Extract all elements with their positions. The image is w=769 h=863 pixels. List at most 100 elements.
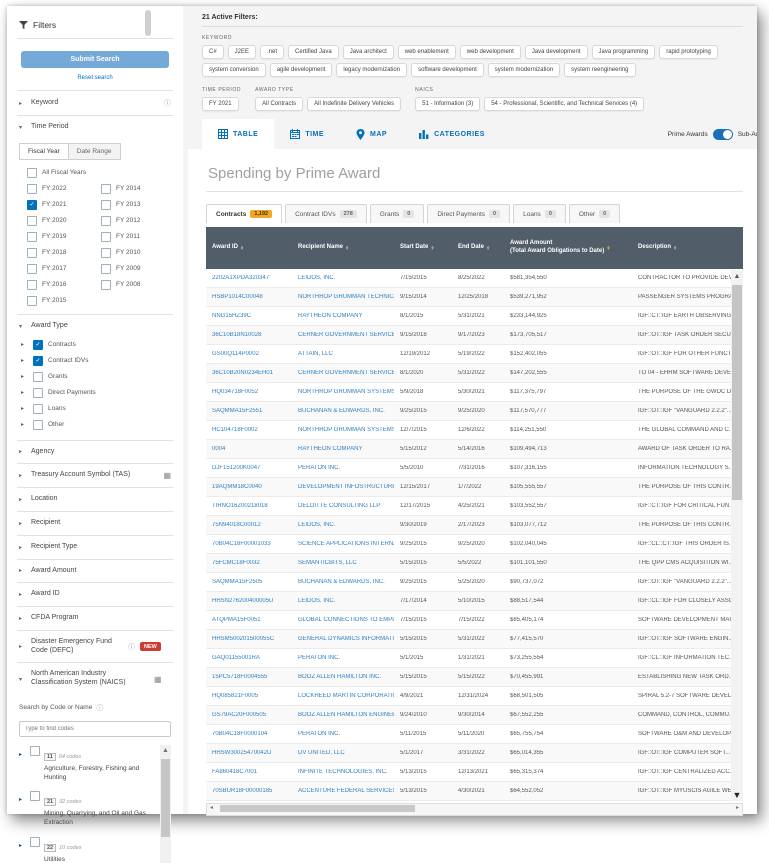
award-id-link[interactable]: HHSN276200400005U <box>206 598 292 604</box>
recipient-name-link[interactable]: LEIDOS, INC. <box>292 598 394 604</box>
filter-tag[interactable]: C# <box>202 45 224 59</box>
award-tab-direct-payments[interactable]: Direct Payments 0 <box>427 204 511 223</box>
award-id-link[interactable]: HQ085821F0005 <box>206 693 292 699</box>
fiscal-year-option[interactable]: FY 2015 <box>27 295 99 306</box>
fiscal-year-option[interactable]: FY 2014 <box>101 183 173 194</box>
table-row[interactable]: 75N94018C00012 LEIDOS, INC. 9/30/2019 2/17/… <box>206 516 743 535</box>
table-row[interactable]: 19AQMM18C0040 DEVELOPMENT INFOSTRUCTURE,.… <box>206 478 743 497</box>
table-row[interactable]: 15PC5718F0004555 BOOZ ALLEN HAMILTON INC.… <box>206 668 743 687</box>
naics-search-input[interactable] <box>19 720 171 737</box>
vertical-scrollbar-thumb[interactable] <box>732 285 742 500</box>
tab-fiscal-year[interactable]: Fiscal Year <box>19 142 69 160</box>
checkbox[interactable] <box>101 247 111 258</box>
reset-search-link[interactable]: Reset search <box>17 72 173 90</box>
table-row[interactable]: FA860418C7001 INFINITE TECHNOLOGIES, INC.… <box>206 763 743 782</box>
table-row[interactable]: 36C10B20N0234EH01 CERNER GOVERNMENT SERVI… <box>206 364 743 383</box>
recipient-name-link[interactable]: DEVELOPMENT INFOSTRUCTURE,... <box>292 484 394 490</box>
table-row[interactable]: GAQ01155001RA PERATON INC. 5/1/2015 1/31/20… <box>206 649 743 668</box>
recipient-name-link[interactable]: PERATON INC. <box>292 465 394 471</box>
award-tab-other[interactable]: Other 0 <box>568 204 621 223</box>
recipient-name-link[interactable]: BUCHANAN & EDWARDS, INC. <box>292 408 394 414</box>
award-id-link[interactable]: 36C10B20N0234EH01 <box>206 370 292 376</box>
award-id-link[interactable]: 36C10B18N10028 <box>206 332 292 338</box>
filter-tag[interactable]: .net <box>260 45 285 59</box>
scroll-down-arrow-icon[interactable]: ▼ <box>731 790 743 800</box>
filter-tag[interactable]: software development <box>411 63 484 77</box>
award-id-link[interactable]: 2202A1XPDA320347 <box>206 275 292 281</box>
table-row[interactable]: HSBP1014C00048 NORTHROP GRUMMAN TECHNICA.… <box>206 288 743 307</box>
award-id-link[interactable]: SAQMMA15F2505 <box>206 579 292 585</box>
table-row[interactable]: GS79AC20F000505 BOOZ ALLEN HAMILTON ENGIN… <box>206 706 743 725</box>
filter-tag[interactable]: system modernization <box>487 63 561 77</box>
award-id-link[interactable]: 75FCMC18F0032 <box>206 560 292 566</box>
table-row[interactable]: 0004 RAYTHEON COMPANY 5/15/2012 5/14/2016 $1… <box>206 440 743 459</box>
filter-tag[interactable]: rapid prototyping <box>659 45 718 59</box>
sidebar-section-award-id[interactable]: ▸ Award ID <box>17 582 173 606</box>
naics-list-item[interactable]: ▸ 21 32 codes Mining, Quarrying, and Oil an… <box>19 790 157 828</box>
sort-arrows-icon[interactable]: ▴ ▾ <box>607 244 609 251</box>
checkbox[interactable] <box>30 836 40 847</box>
horizontal-scrollbar-thumb[interactable] <box>220 805 415 812</box>
naics-list-item[interactable]: ▸ 11 64 codes Agriculture, Forestry, Fishin… <box>19 745 157 783</box>
checkbox[interactable] <box>101 263 111 274</box>
recipient-name-link[interactable]: CERNER GOVERNMENT SERVICES,... <box>292 332 394 338</box>
sort-arrows-icon[interactable]: ▴ ▾ <box>487 244 489 251</box>
fiscal-year-option[interactable]: FY 2012 <box>101 215 173 226</box>
table-row[interactable]: HHSM500201500055C GENERAL DYNAMICS INFORM… <box>206 630 743 649</box>
all-fiscal-years-option[interactable]: All Fiscal Years <box>19 167 173 178</box>
award-id-link[interactable]: HHSM500201500055C <box>206 636 292 642</box>
award-id-link[interactable]: SAQMMA15F2551 <box>206 408 292 414</box>
filter-tag[interactable]: Java programming <box>591 45 656 59</box>
checkbox[interactable] <box>27 263 37 274</box>
prime-sub-toggle[interactable] <box>712 128 733 140</box>
checkbox[interactable] <box>30 745 40 756</box>
naics-list-item[interactable]: ▸ 22 10 codes Utilities <box>19 836 157 863</box>
sidebar-section-time-period[interactable]: ▾ Time Period <box>17 115 173 139</box>
table-row[interactable]: HQ034718F0052NORTHROP GRUMMAN SYSTEMS C.… <box>206 383 743 402</box>
sidebar-section-recipient[interactable]: ▸ Recipient <box>17 511 173 535</box>
fiscal-year-option[interactable]: FY 2008 <box>101 279 173 290</box>
checkbox[interactable] <box>101 279 111 290</box>
award-id-link[interactable]: TIRNO16Z00218018 <box>206 503 292 509</box>
table-row[interactable]: HC104718F0002NORTHROP GRUMMAN SYSTEMS C.… <box>206 421 743 440</box>
recipient-name-link[interactable]: RAYTHEON COMPANY <box>292 446 394 452</box>
view-tab-map[interactable]: MAP <box>340 119 403 149</box>
award-type-option[interactable]: ▸ ✓ Contract IDVs <box>21 355 173 366</box>
submit-search-button[interactable]: Submit Search <box>21 51 169 68</box>
award-id-link[interactable]: GS00Q114P0002 <box>206 351 292 357</box>
sidebar-section-award-amount[interactable]: ▸ Award Amount <box>17 558 173 583</box>
fiscal-year-option[interactable]: FY 2009 <box>101 263 173 274</box>
award-id-link[interactable]: 75N94018C00012 <box>206 522 292 528</box>
chevron-right-icon[interactable]: ▸ <box>19 751 26 758</box>
award-id-link[interactable]: HC104718F0002 <box>206 427 292 433</box>
table-row[interactable]: HHSW30025470042U DV UNITED, LLC 5/1/2017 3/… <box>206 744 743 763</box>
recipient-name-link[interactable]: BOOZ ALLEN HAMILTON ENGINEE... <box>292 712 394 718</box>
filter-tag[interactable]: FY 2021 <box>202 97 239 111</box>
fiscal-year-option[interactable]: FY 2019 <box>27 231 99 242</box>
table-row[interactable]: 36C10B18N10028CERNER GOVERNMENT SERVICES… <box>206 326 743 345</box>
award-type-option[interactable]: ▸ ✓ Contracts <box>21 339 173 350</box>
award-id-link[interactable]: 70B04C18F0000104 <box>206 731 292 737</box>
recipient-name-link[interactable]: BUCHANAN & EDWARDS, INC. <box>292 579 394 585</box>
table-row[interactable]: SAQMMA15F2551 BUCHANAN & EDWARDS, INC. 9/2… <box>206 402 743 421</box>
table-row[interactable]: NNG15HZ39C RAYTHEON COMPANY 8/1/2015 5/31/2… <box>206 307 743 326</box>
sidebar-section-agency[interactable]: ▸ Agency <box>17 439 173 464</box>
recipient-name-link[interactable]: DELOITTE CONSULTING LLP <box>292 503 394 509</box>
tab-date-range[interactable]: Date Range <box>68 142 121 160</box>
scroll-right-arrow-icon[interactable]: ▸ <box>736 804 739 813</box>
checkbox[interactable] <box>101 231 111 242</box>
fiscal-year-option[interactable]: FY 2010 <box>101 247 173 258</box>
sort-arrows-icon[interactable]: ▴ ▾ <box>346 244 348 251</box>
award-tab-loans[interactable]: Loans 0 <box>513 204 566 223</box>
checkbox[interactable] <box>101 215 111 226</box>
award-type-option[interactable]: ▸ Loans <box>21 403 173 414</box>
recipient-name-link[interactable]: SEMANTICBITS, LLC <box>292 560 394 566</box>
filter-tag[interactable]: system conversion <box>202 63 266 77</box>
sidebar-section-recipient-type[interactable]: ▸ Recipient Type <box>17 534 173 559</box>
award-tab-grants[interactable]: Grants 0 <box>369 204 425 223</box>
filter-tag[interactable]: 54 - Professional, Scientific, and Techn… <box>484 97 645 111</box>
award-id-link[interactable]: GAQ01155001RA <box>206 655 292 661</box>
table-row[interactable]: 70SBUR18F00000185 ACCENTURE FEDERAL SERVI… <box>206 782 743 801</box>
filter-tag[interactable]: system reengineering <box>564 63 636 77</box>
sidebar-section-location[interactable]: ▸ Location <box>17 487 173 511</box>
